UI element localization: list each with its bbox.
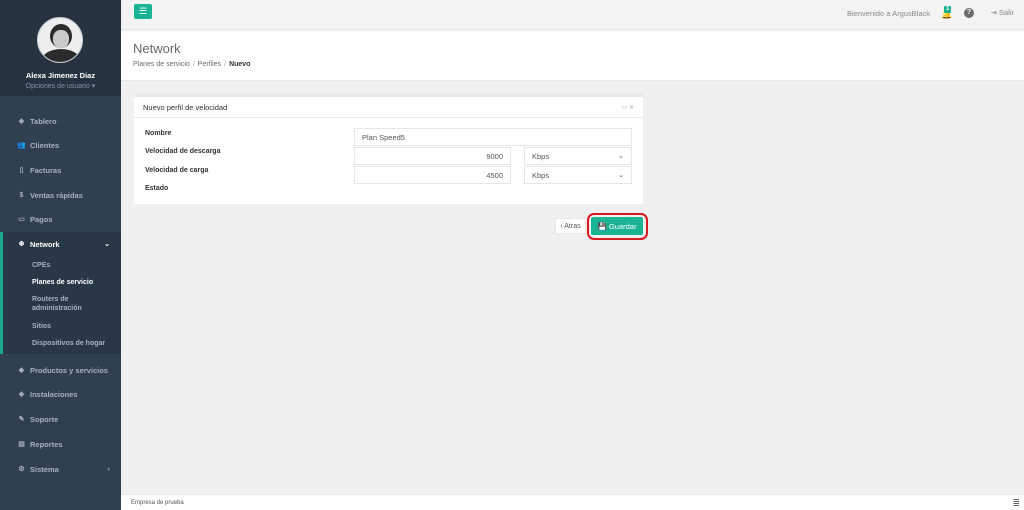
notification-badge: 1 — [944, 6, 952, 13]
carga-unit-select[interactable]: Kbps ⌄ — [524, 166, 632, 184]
sidebar-item-label: Network — [30, 239, 60, 249]
sidebar-item-label: Facturas — [30, 165, 62, 175]
network-icon: ❄ — [18, 241, 25, 248]
sidebar-item-facturas[interactable]: ▯ Facturas — [0, 158, 121, 182]
save-button[interactable]: 💾 Guardar — [591, 217, 643, 235]
carga-unit-value: Kbps — [532, 170, 550, 180]
chevron-down-icon: ⌄ — [104, 241, 110, 248]
carga-label: Velocidad de carga — [145, 167, 209, 174]
footer: Empresa de prueba ≣ — [121, 494, 1024, 510]
sidebar-item-clientes[interactable]: 👥 Clientes — [0, 133, 121, 157]
panel-header: Nuevo perfil de velocidad ▭ ✕ — [134, 97, 643, 118]
nombre-label: Nombre — [145, 130, 172, 137]
sidebar: Alexa Jimenez Diaz Opciones de usuario ▾… — [0, 0, 121, 510]
profile-panel: Alexa Jimenez Diaz Opciones de usuario ▾ — [0, 0, 121, 96]
help-icon[interactable]: ? — [964, 8, 974, 18]
install-icon: ◈ — [18, 391, 25, 398]
sidebar-item-label: Productos y servicios — [30, 365, 108, 375]
carga-input[interactable]: 4500 — [354, 166, 511, 184]
sidebar-item-soporte[interactable]: ✎ Soporte — [0, 407, 121, 431]
sidebar-item-label: Clientes — [30, 140, 60, 150]
back-button[interactable]: ‹ Atras — [555, 218, 586, 234]
sidebar-item-label: Sistema — [30, 464, 59, 474]
file-icon: ▯ — [19, 167, 24, 174]
footer-company: Empresa de prueba — [131, 500, 184, 506]
logout-link[interactable]: ⇥ Salir — [991, 8, 1014, 17]
speed-profile-panel: Nuevo perfil de velocidad ▭ ✕ Nombre Pla… — [134, 94, 643, 204]
notifications-button[interactable]: 🔔 1 — [939, 6, 953, 20]
sidebar-item-label: Ventas rápidas — [30, 190, 83, 200]
sidebar-item-label: Tablero — [30, 116, 57, 126]
menu-toggle-button[interactable]: ☰ — [134, 4, 152, 19]
sidebar-item-productos[interactable]: ◆ Productos y servicios — [0, 358, 121, 382]
book-icon: ▤ — [18, 441, 25, 448]
breadcrumb-perfiles[interactable]: Perfiles — [198, 61, 221, 68]
user-name: Alexa Jimenez Diaz — [25, 71, 96, 80]
users-icon: 👥 — [17, 142, 26, 149]
descarga-input[interactable]: 9000 — [354, 147, 511, 165]
sidebar-item-network[interactable]: ❄ Network ⌄ — [0, 232, 121, 256]
sidebar-item-instalaciones[interactable]: ◈ Instalaciones — [0, 382, 121, 406]
descarga-label: Velocidad de descarga — [145, 148, 221, 155]
panel-tools-icon[interactable]: ▭ ✕ — [622, 104, 634, 111]
submenu-item-cpes[interactable]: CPEs — [32, 261, 117, 270]
breadcrumb-current: Nuevo — [229, 61, 251, 68]
sidebar-item-label: Reportes — [30, 439, 63, 449]
user-options-dropdown[interactable]: Opciones de usuario ▾ — [0, 82, 121, 90]
sidebar-item-reportes[interactable]: ▤ Reportes — [0, 432, 121, 456]
breadcrumb: Planes de servicio / Perfiles / Nuevo — [133, 61, 251, 68]
cogs-icon: ⚙ — [18, 466, 25, 473]
breadcrumb-planes[interactable]: Planes de servicio — [133, 61, 190, 68]
chevron-down-icon: ⌄ — [618, 172, 624, 179]
sidebar-item-label: Pagos — [30, 214, 53, 224]
submenu-item-planes-de-servicio[interactable]: Planes de servicio — [32, 278, 117, 287]
menu-lines-icon[interactable]: ≣ — [1012, 498, 1020, 509]
page-heading: Network Planes de servicio / Perfiles / Nuev… — [121, 31, 1024, 81]
page-title: Network — [133, 41, 181, 56]
avatar[interactable] — [37, 17, 83, 63]
panel-title: Nuevo perfil de velocidad — [143, 103, 228, 112]
dashboard-icon: ◈ — [18, 118, 25, 125]
submenu-item-dispositivos-hogar[interactable]: Dispositivos de hogar — [32, 339, 117, 348]
sidebar-item-ventas-rapidas[interactable]: $ Ventas rápidas — [0, 183, 121, 207]
money-icon: ▭ — [18, 216, 25, 223]
descarga-unit-value: Kbps — [532, 151, 550, 161]
sidebar-item-label: Instalaciones — [30, 389, 78, 399]
sidebar-item-tablero[interactable]: ◈ Tablero — [0, 109, 121, 133]
chevron-left-icon: ‹ — [107, 465, 110, 473]
descarga-unit-select[interactable]: Kbps ⌄ — [524, 147, 632, 165]
welcome-message: Bienvenido a ArgusBlack — [847, 9, 930, 18]
submenu-item-sitios[interactable]: Sitios — [32, 322, 117, 331]
dollar-icon: $ — [19, 191, 24, 199]
wrench-icon: ✎ — [18, 416, 25, 423]
nombre-input[interactable]: Plan Speed5 — [354, 128, 632, 146]
estado-label: Estado — [145, 185, 169, 192]
network-submenu: CPEs Planes de servicio Routers de admin… — [0, 255, 121, 354]
chevron-down-icon: ⌄ — [618, 153, 624, 160]
sidebar-item-sistema[interactable]: ⚙ Sistema ‹ — [0, 457, 121, 481]
tags-icon: ◆ — [18, 367, 25, 374]
sidebar-item-label: Soporte — [30, 414, 59, 424]
submenu-item-routers[interactable]: Routers de administración — [32, 295, 117, 313]
top-navbar: ☰ Bienvenido a ArgusBlack 🔔 1 ? ⇥ Salir — [121, 0, 1024, 30]
sidebar-item-pagos[interactable]: ▭ Pagos — [0, 207, 121, 231]
